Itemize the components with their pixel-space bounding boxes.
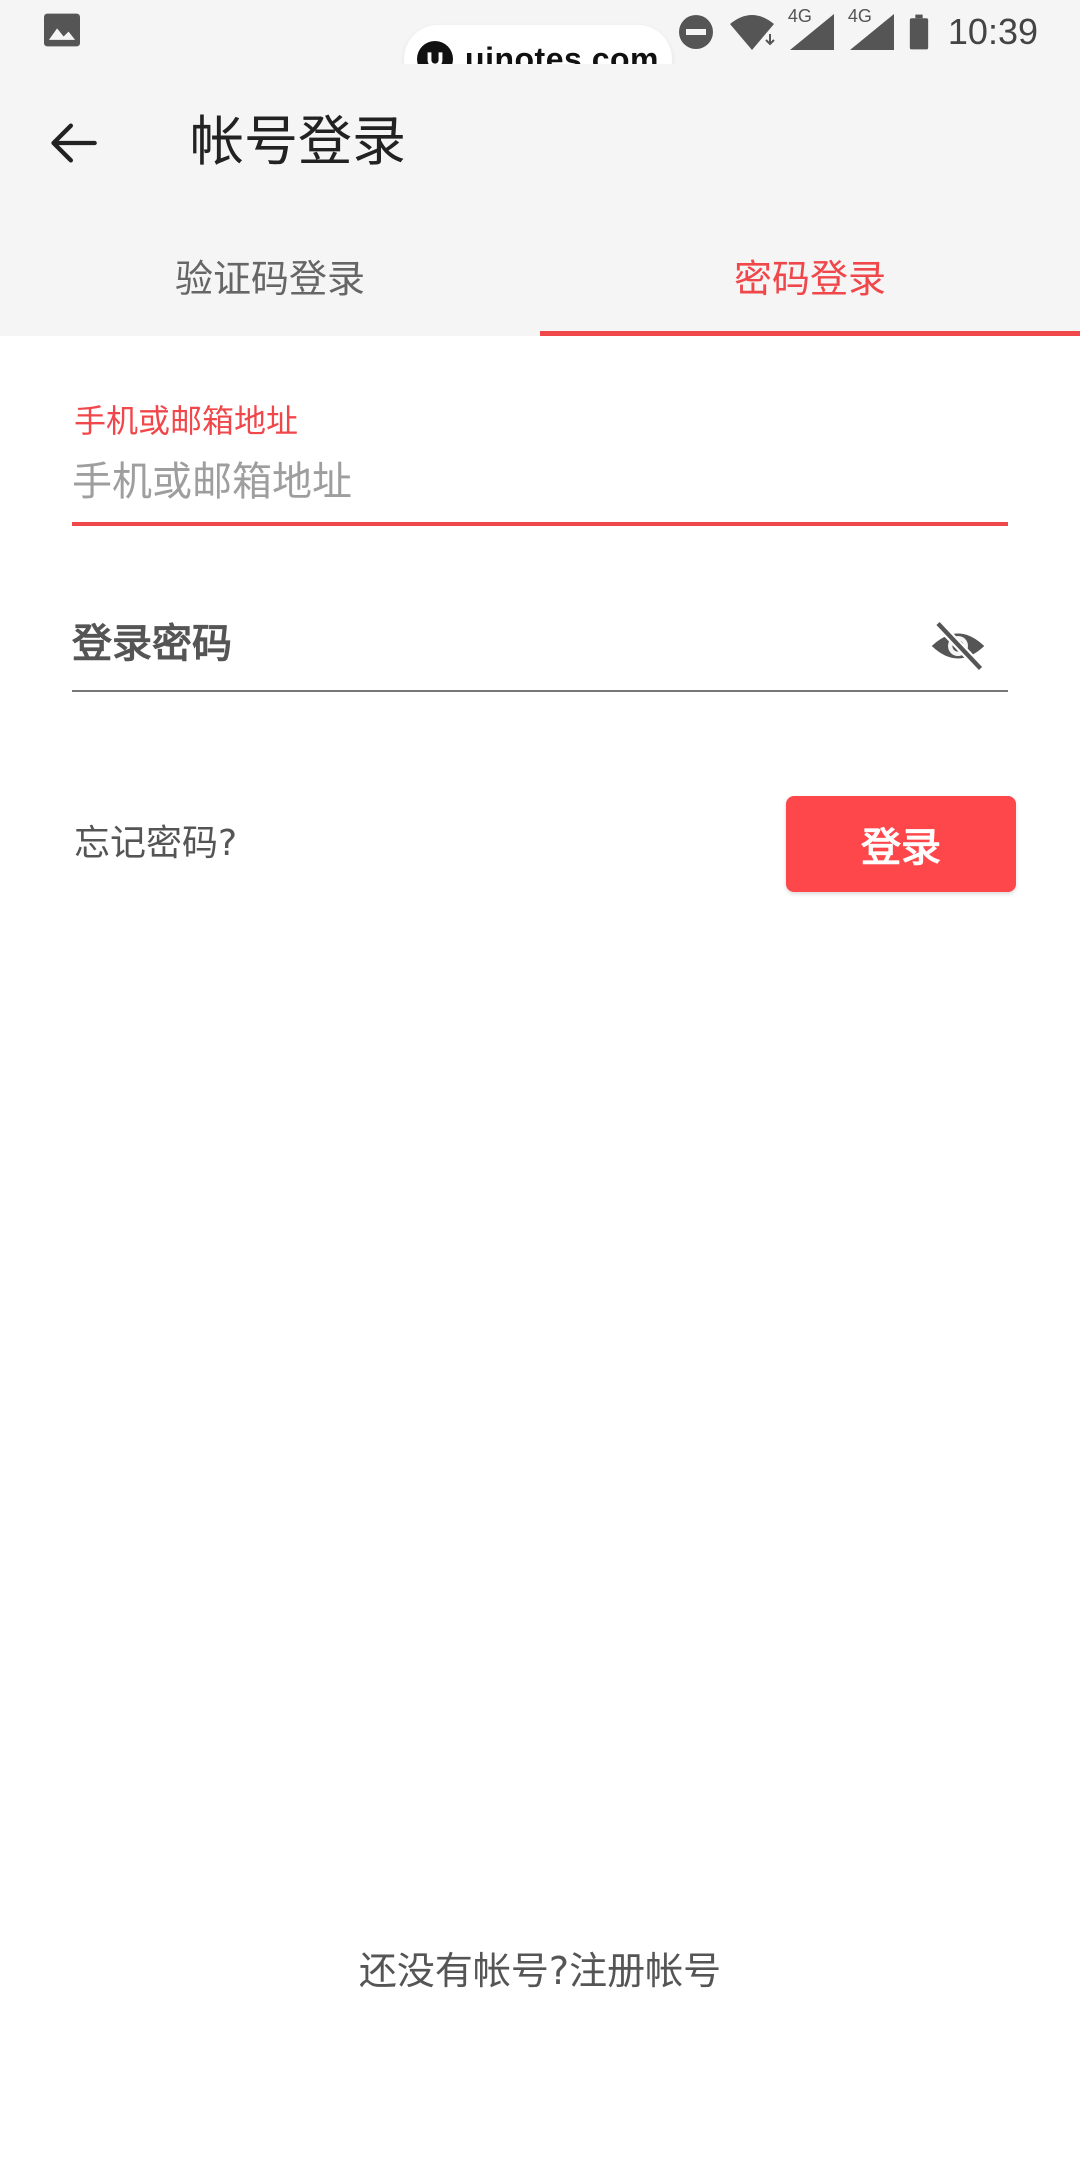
login-tabs: 验证码登录 密码登录	[0, 214, 1080, 336]
signal-icon	[789, 14, 834, 50]
username-field	[72, 452, 1008, 526]
tab-password-login[interactable]: 密码登录	[540, 214, 1080, 336]
username-input[interactable]	[72, 452, 1008, 512]
signal-4g-1: 4G	[788, 6, 836, 52]
status-icons: 4G 4G 10:39	[676, 6, 1038, 56]
dnd-icon	[678, 15, 713, 49]
password-field	[72, 614, 1008, 692]
register-prompt: 还没有帐号?	[358, 1949, 570, 1993]
battery-icon	[909, 14, 929, 50]
signal-icon	[849, 14, 894, 50]
register-row: 还没有帐号?注册帐号	[0, 1940, 1080, 1995]
wifi-icon	[729, 15, 775, 50]
page-title: 帐号登录	[190, 110, 406, 173]
register-link[interactable]: 注册帐号	[569, 1949, 721, 1993]
tab-sms-code-login[interactable]: 验证码登录	[0, 214, 540, 336]
password-input[interactable]	[72, 614, 1008, 674]
signal-4g-2: 4G	[848, 6, 896, 52]
arrow-left-icon	[51, 123, 97, 163]
app-bar: 帐号登录	[0, 64, 1080, 214]
login-button[interactable]: 登录	[786, 796, 1016, 892]
back-button[interactable]	[34, 104, 112, 182]
image-icon	[44, 13, 80, 47]
forgot-password-link[interactable]: 忘记密码?	[74, 816, 237, 872]
eye-off-icon	[931, 620, 985, 672]
password-visibility-toggle[interactable]	[926, 614, 990, 678]
username-floating-label: 手机或邮箱地址	[74, 402, 299, 440]
status-time: 10:39	[947, 11, 1038, 52]
